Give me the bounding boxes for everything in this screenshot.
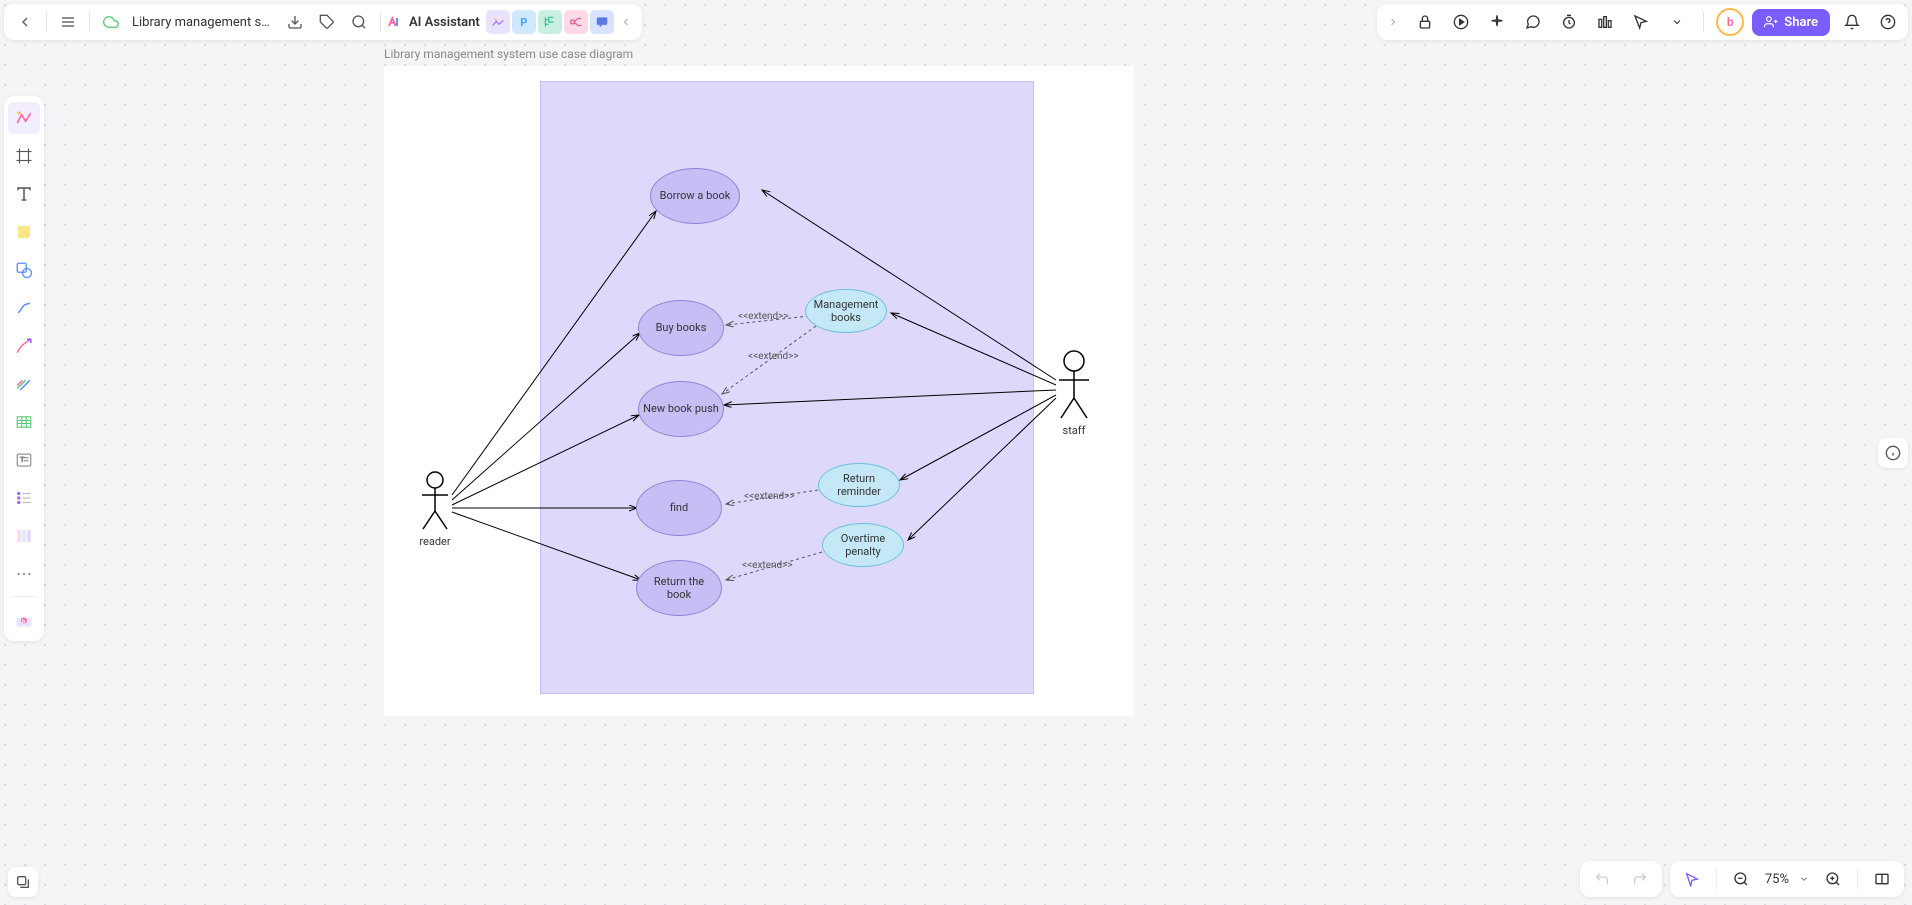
grid-button[interactable] xyxy=(1591,8,1619,36)
ai-assistant-label[interactable]: AI Assistant xyxy=(405,15,484,30)
redo-button[interactable] xyxy=(1626,865,1654,893)
app-logo-button[interactable]: b xyxy=(8,603,40,635)
divider xyxy=(380,12,381,32)
chevron-down-icon[interactable] xyxy=(1663,8,1691,36)
actor-staff-label: staff xyxy=(1063,424,1086,437)
zoom-level[interactable]: 75% xyxy=(1765,872,1789,887)
menu-button[interactable] xyxy=(53,7,83,37)
list-button[interactable] xyxy=(8,482,40,514)
divider xyxy=(12,596,36,597)
cursor-button[interactable] xyxy=(1627,8,1655,36)
ai-tool-image[interactable] xyxy=(486,10,510,34)
text-block-button[interactable]: T xyxy=(8,444,40,476)
timer-button[interactable] xyxy=(1555,8,1583,36)
divider xyxy=(46,12,47,32)
top-toolbar-right: b Share xyxy=(1377,4,1908,40)
usecase-buy[interactable]: Buy books xyxy=(638,300,724,356)
help-button[interactable] xyxy=(1874,8,1902,36)
zoom-in-button[interactable] xyxy=(1819,865,1847,893)
actor-staff[interactable]: staff xyxy=(1056,350,1092,437)
shape-button[interactable] xyxy=(8,254,40,286)
text-button[interactable] xyxy=(8,178,40,210)
system-boundary[interactable] xyxy=(540,81,1034,694)
left-toolbar: T b xyxy=(4,96,44,641)
extend-label: <<extend>> xyxy=(738,311,789,322)
minimap-button[interactable] xyxy=(1868,865,1896,893)
undo-button[interactable] xyxy=(1588,865,1616,893)
page-title: Library management system use case diagr… xyxy=(384,47,633,61)
zoom-out-button[interactable] xyxy=(1727,865,1755,893)
connector-button[interactable] xyxy=(8,292,40,324)
search-button[interactable] xyxy=(344,7,374,37)
usecase-reminder[interactable]: Return reminder xyxy=(818,463,900,507)
comment-button[interactable] xyxy=(1519,8,1547,36)
sparkle-button[interactable] xyxy=(1483,8,1511,36)
actor-reader-label: reader xyxy=(419,535,450,548)
templates-button[interactable] xyxy=(8,102,40,134)
usecase-return[interactable]: Return the book xyxy=(636,560,722,616)
ai-tool-flow[interactable] xyxy=(538,10,562,34)
table-button[interactable] xyxy=(8,406,40,438)
actor-reader[interactable]: reader xyxy=(418,471,452,548)
divider xyxy=(1703,12,1704,32)
download-button[interactable] xyxy=(280,7,310,37)
chevron-right-icon[interactable] xyxy=(1383,16,1403,28)
back-button[interactable] xyxy=(10,7,40,37)
usecase-find[interactable]: find xyxy=(636,480,722,536)
share-label: Share xyxy=(1784,15,1818,30)
avatar[interactable]: b xyxy=(1716,8,1744,36)
divider xyxy=(1857,869,1858,889)
highlighter-button[interactable] xyxy=(8,368,40,400)
extend-label: <<extend>> xyxy=(742,560,793,571)
usecase-penalty[interactable]: Overtime penalty xyxy=(822,523,904,567)
columns-button[interactable] xyxy=(8,520,40,552)
lock-button[interactable] xyxy=(1411,8,1439,36)
cloud-sync-icon[interactable] xyxy=(96,7,126,37)
usecase-manage[interactable]: Management books xyxy=(805,289,887,333)
history-group xyxy=(1580,861,1662,897)
frame-button[interactable] xyxy=(8,140,40,172)
info-button[interactable] xyxy=(1878,438,1908,468)
bell-button[interactable] xyxy=(1838,8,1866,36)
usecase-newpush[interactable]: New book push xyxy=(638,381,724,437)
top-toolbar-left: Library management sys... AI Assistant P xyxy=(4,4,642,40)
svg-text:T: T xyxy=(20,456,24,464)
pointer-button[interactable] xyxy=(1678,865,1706,893)
tag-button[interactable] xyxy=(312,7,342,37)
extend-label: <<extend>> xyxy=(744,491,795,502)
divider xyxy=(1716,869,1717,889)
ai-tool-p[interactable]: P xyxy=(512,10,536,34)
ai-tool-chat[interactable] xyxy=(590,10,614,34)
more-button[interactable] xyxy=(8,558,40,590)
layers-button[interactable] xyxy=(8,867,38,897)
extend-label: <<extend>> xyxy=(748,351,799,362)
usecase-borrow[interactable]: Borrow a book xyxy=(650,168,740,224)
chevron-left-icon[interactable] xyxy=(616,16,636,28)
zoom-group: 75% xyxy=(1670,861,1904,897)
ai-tool-mind[interactable] xyxy=(564,10,588,34)
sticky-note-button[interactable] xyxy=(8,216,40,248)
pen-button[interactable] xyxy=(8,330,40,362)
chevron-down-icon[interactable] xyxy=(1799,874,1809,884)
ai-logo-icon xyxy=(387,14,403,30)
play-button[interactable] xyxy=(1447,8,1475,36)
svg-text:b: b xyxy=(22,619,25,625)
divider xyxy=(89,12,90,32)
share-button[interactable]: Share xyxy=(1752,9,1830,36)
document-name[interactable]: Library management sys... xyxy=(128,15,278,30)
